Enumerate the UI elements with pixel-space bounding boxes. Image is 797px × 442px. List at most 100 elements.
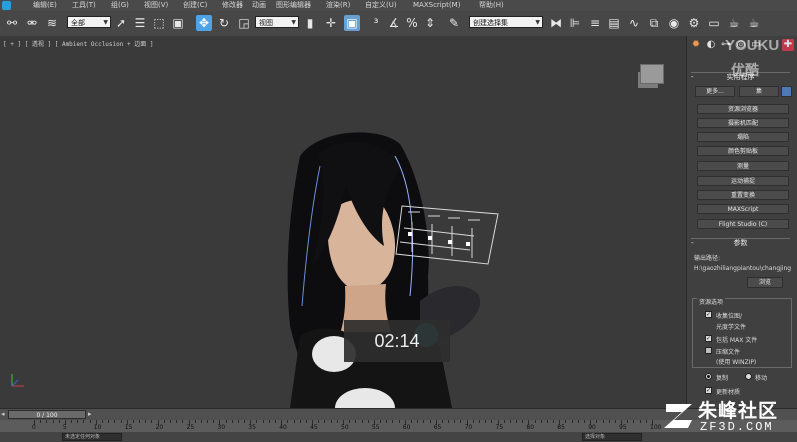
mirror-icon[interactable]: ⧓: [548, 15, 564, 31]
perspective-viewport[interactable]: [ + ] [ 透视 ] [ Ambient Occlusion + 边面 ]: [0, 36, 686, 408]
app-icon[interactable]: [2, 1, 11, 10]
menu-rendering[interactable]: 渲染(R): [326, 0, 350, 11]
rendered-frame-window-icon[interactable]: ▭: [706, 15, 722, 31]
utility-measure-button[interactable]: 测量: [697, 161, 789, 171]
ruler-tick: [478, 420, 480, 423]
time-slider[interactable]: 0 / 100: [8, 410, 86, 419]
keyboard-shortcut-icon[interactable]: ▣: [344, 15, 360, 31]
modify-tab-icon[interactable]: ◐: [705, 39, 717, 51]
ribbon-icon[interactable]: ▤: [606, 15, 622, 31]
selection-filter-select[interactable]: 全部 ▼: [67, 16, 111, 28]
bind-spacewarp-icon[interactable]: ≋: [44, 15, 60, 31]
utility-flight-studio-button[interactable]: Flight Studio (C): [697, 219, 789, 229]
curve-editor-icon[interactable]: ∿: [626, 15, 642, 31]
unlink-icon[interactable]: ⚮: [24, 15, 40, 31]
spinner-snap-icon[interactable]: ⇕: [422, 15, 438, 31]
utility-color-clipboard-button[interactable]: 颜色剪贴板: [697, 146, 789, 156]
more-button[interactable]: 更多...: [695, 86, 735, 97]
ruler-tick-label: 40: [279, 424, 287, 431]
utility-maxscript-button[interactable]: MAXScript: [697, 204, 789, 214]
window-crossing-icon[interactable]: ▣: [170, 15, 186, 31]
menu-graph-editors[interactable]: 图形编辑器: [276, 0, 311, 11]
scale-icon[interactable]: ◲: [236, 15, 252, 31]
utility-reset-xform-button[interactable]: 重置变换: [697, 190, 789, 200]
collect-maps-checkbox[interactable]: ✓: [705, 311, 712, 318]
menu-edit[interactable]: 编辑(E): [33, 0, 57, 11]
configure-sets-icon[interactable]: [781, 86, 792, 97]
utility-collapse-button[interactable]: 塌陷: [697, 132, 789, 142]
link-icon[interactable]: ⚯: [4, 15, 20, 31]
menu-modifiers[interactable]: 修改器: [222, 0, 243, 11]
menu-group[interactable]: 组(G): [111, 0, 129, 11]
menu-tools[interactable]: 工具(T): [72, 0, 96, 11]
menu-maxscript[interactable]: MAXScript(M): [413, 0, 460, 11]
ruler-tick: [182, 420, 184, 423]
snaps-toggle-icon[interactable]: ³: [368, 15, 384, 31]
utility-asset-browser-button[interactable]: 资源浏览器: [697, 104, 789, 114]
time-slider-prev-icon[interactable]: ◂: [1, 410, 5, 418]
ruler-tick-label: 35: [248, 424, 256, 431]
resource-options-title: 资源选项: [697, 297, 726, 306]
ruler-tick: [398, 420, 400, 423]
parameters-rollout-title[interactable]: - 参数: [691, 238, 790, 248]
ruler-tick: [336, 420, 338, 423]
create-tab-icon[interactable]: ✹: [690, 39, 702, 51]
copy-radio[interactable]: [705, 373, 712, 380]
time-slider-next-icon[interactable]: ▸: [88, 410, 92, 418]
selection-status[interactable]: 选择对象: [582, 433, 642, 441]
select-object-icon[interactable]: ➚: [113, 15, 129, 31]
youku-watermark-cn: 优酷: [731, 63, 759, 79]
render-production-icon[interactable]: ☕: [726, 15, 742, 31]
select-by-name-icon[interactable]: ☰: [132, 15, 148, 31]
reference-coordinate-select[interactable]: 视图 ▼: [255, 16, 299, 28]
move-radio[interactable]: [745, 373, 752, 380]
ruler-tick: [522, 420, 524, 423]
ruler-tick: [114, 420, 116, 423]
pivot-center-icon[interactable]: ▮: [302, 15, 318, 31]
ruler-tick: [602, 420, 604, 423]
edit-named-selection-icon[interactable]: ✎: [446, 15, 462, 31]
menu-view[interactable]: 视图(V): [144, 0, 168, 11]
schematic-view-icon[interactable]: ⧉: [646, 15, 662, 31]
menu-customize[interactable]: 自定义(U): [365, 0, 397, 11]
render-setup-icon[interactable]: ⚙: [686, 15, 702, 31]
ruler-tick-label: 55: [371, 424, 380, 431]
browse-button[interactable]: 浏览: [747, 277, 783, 288]
layer-manager-icon[interactable]: ≡: [587, 15, 603, 31]
rotate-icon[interactable]: ↻: [216, 15, 232, 31]
ruler-tick: [237, 420, 239, 423]
render-iterative-icon[interactable]: ☕: [746, 15, 762, 31]
ruler-tick: [256, 420, 258, 423]
material-editor-icon[interactable]: ◉: [666, 15, 682, 31]
update-materials-checkbox[interactable]: ✓: [705, 387, 712, 394]
menu-help[interactable]: 帮助(H): [479, 0, 504, 11]
ruler-tick: [392, 420, 394, 423]
utility-motion-capture-button[interactable]: 运动捕捉: [697, 176, 789, 186]
ruler-tick: [89, 420, 91, 423]
menu-animation[interactable]: 动画: [252, 0, 266, 11]
playback-timer: 02:14: [344, 320, 450, 362]
angle-snap-icon[interactable]: ∡: [386, 15, 402, 31]
utilities-tab-icon[interactable]: ✚: [782, 39, 794, 51]
move-radio-label: 移动: [755, 375, 768, 382]
compress-label: 压缩文件: [716, 349, 741, 356]
ruler-tick: [52, 420, 54, 423]
ruler-tick: [169, 420, 171, 423]
align-icon[interactable]: ⊫: [567, 15, 583, 31]
move-icon[interactable]: ✥: [196, 15, 212, 31]
named-selection-select[interactable]: 创建选择集 ▼: [469, 16, 543, 28]
zf3d-watermark-cn: 朱峰社区: [698, 400, 779, 422]
ruler-tick: [101, 420, 103, 423]
zf3d-watermark-en: ZF3D.COM: [700, 420, 774, 434]
percent-snap-icon[interactable]: %: [404, 15, 420, 31]
ruler-tick: [516, 420, 518, 423]
utility-camera-match-button[interactable]: 摄影机匹配: [697, 118, 789, 128]
compress-checkbox[interactable]: [705, 347, 712, 354]
ruler-tick: [46, 420, 48, 423]
select-manipulate-icon[interactable]: ✛: [323, 15, 339, 31]
include-max-checkbox[interactable]: ✓: [705, 335, 712, 342]
menu-create[interactable]: 创建(C): [183, 0, 207, 11]
sets-button[interactable]: 集: [739, 86, 779, 97]
character-model: [11, 132, 499, 408]
rectangle-selection-icon[interactable]: ⬚: [151, 15, 167, 31]
